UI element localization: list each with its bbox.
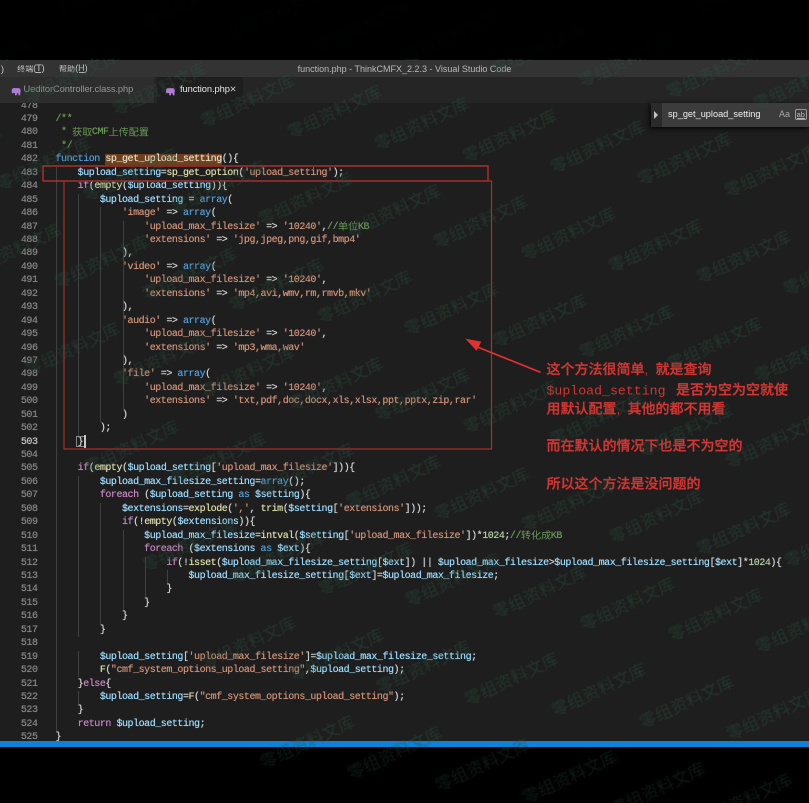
- svg-text:,: ,: [645, 362, 649, 377]
- svg-text:$upload_setting: $upload_setting: [547, 384, 666, 399]
